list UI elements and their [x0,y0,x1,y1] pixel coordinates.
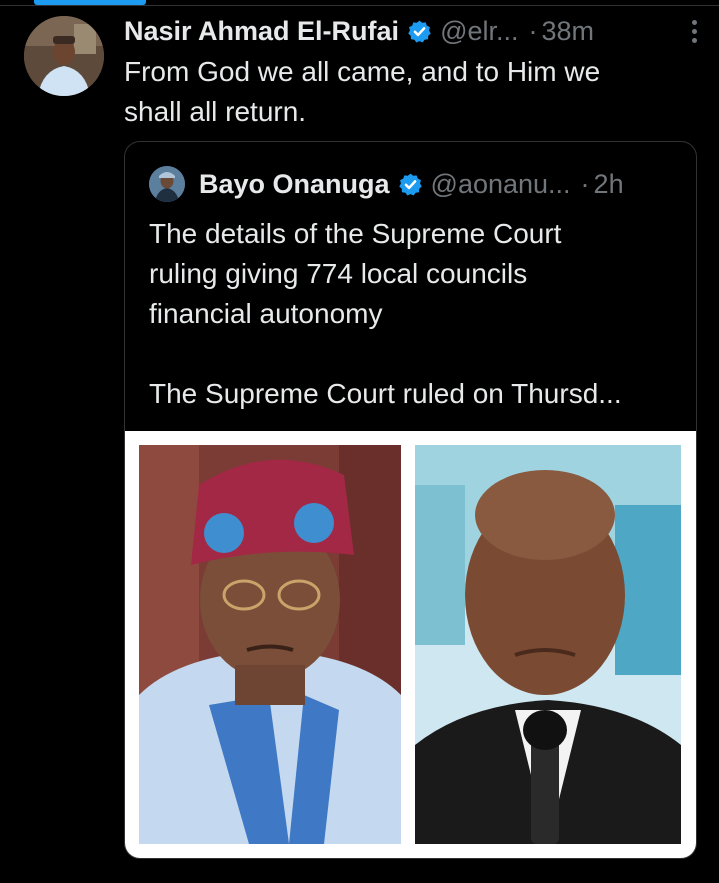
tweet-text-line: From God we all came, and to Him we [124,56,601,87]
quoted-author-handle[interactable]: @aonanu... [431,169,571,200]
author-name[interactable]: Nasir Ahmad El-Rufai [124,16,399,47]
quoted-author-avatar[interactable] [149,166,185,202]
top-divider [0,5,719,6]
more-options-icon[interactable] [681,16,707,46]
quoted-text-line: The details of the Supreme Court [149,218,562,249]
tweet-header: Nasir Ahmad El-Rufai @elr... · 38m [124,14,699,48]
author-avatar[interactable] [24,16,104,96]
tweet-timestamp[interactable]: 38m [542,16,595,47]
quoted-text-line: financial autonomy [149,298,383,329]
separator-dot: · [528,15,538,46]
tweet-text-line: shall all return. [124,96,307,127]
photo-man-at-microphone[interactable] [415,445,681,844]
photo-man-in-red-cap[interactable] [139,445,401,844]
quoted-tweet-media[interactable] [125,431,696,858]
quoted-tweet-header: Bayo Onanuga @aonanu... · 2h [199,164,674,204]
verified-badge-icon [407,19,432,44]
quoted-text-line: The Supreme Court ruled on Thursd... [149,378,622,409]
quoted-tweet-timestamp[interactable]: 2h [594,169,624,200]
verified-badge-icon [398,172,423,197]
separator-dot: · [580,168,590,199]
quoted-tweet-card[interactable]: Bayo Onanuga @aonanu... · 2h The details… [124,141,697,859]
quoted-author-name[interactable]: Bayo Onanuga [199,169,390,200]
author-handle[interactable]: @elr... [440,16,518,47]
quoted-tweet-text: The details of the Supreme Court ruling … [149,214,679,414]
tweet-text: From God we all came, and to Him we shal… [124,52,684,132]
quoted-text-line: ruling giving 774 local councils [149,258,528,289]
